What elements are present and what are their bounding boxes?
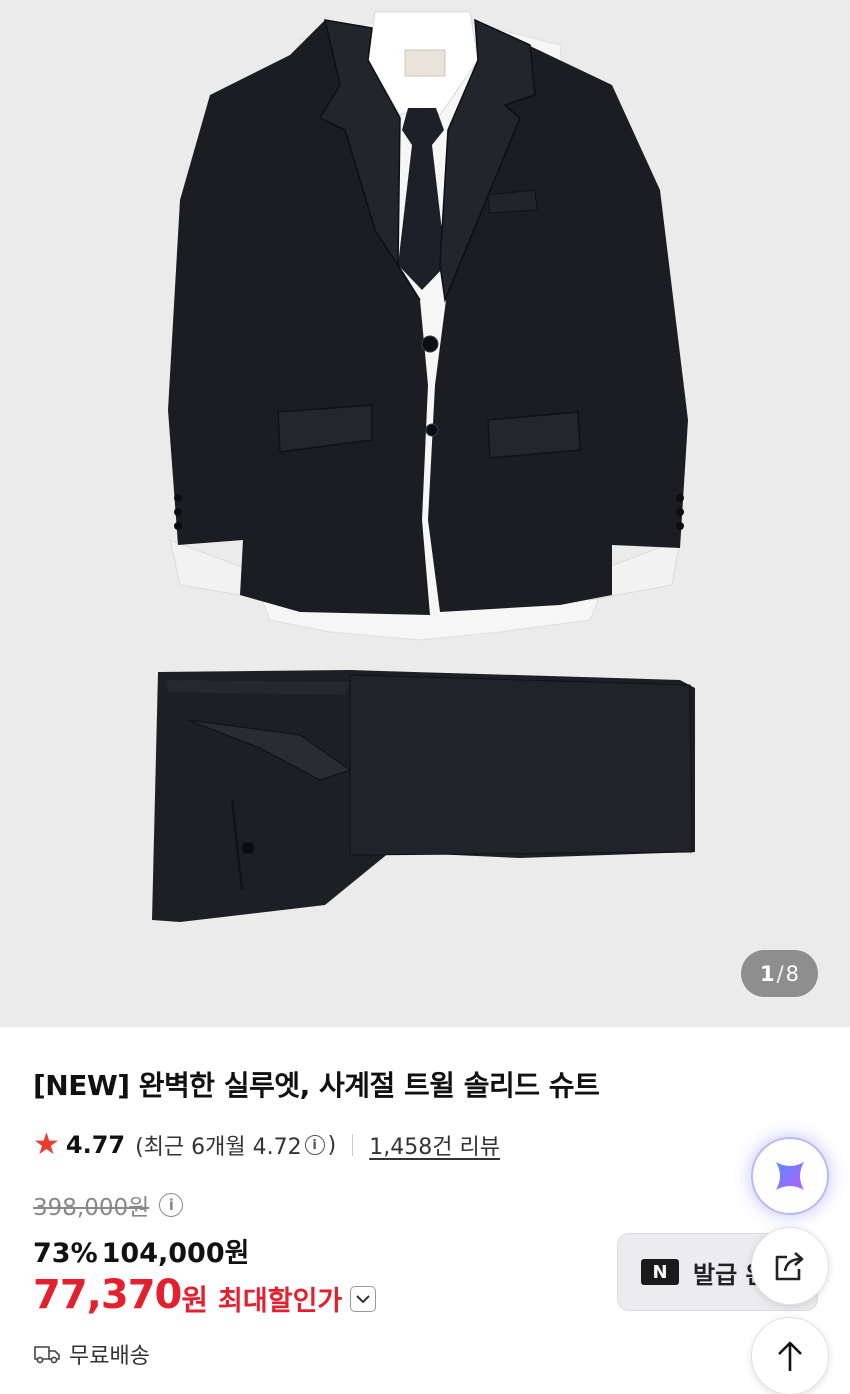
image-total-count: 8 [785, 961, 800, 986]
info-icon[interactable]: i [304, 1135, 325, 1155]
share-button[interactable] [751, 1227, 829, 1305]
rating-score: 4.77 [65, 1131, 126, 1159]
image-current-index: 1 [759, 961, 775, 986]
original-price: 398,000원 [33, 1195, 150, 1221]
product-image-gallery[interactable]: 1 / 8 [0, 0, 850, 1027]
suit-product-image [152, 11, 695, 922]
scroll-to-top-button[interactable] [751, 1317, 829, 1394]
max-discount-row: 77,370 원 최대할인가 [33, 1270, 377, 1320]
max-discount-label: 최대할인가 [218, 1285, 343, 1317]
image-counter-separator: / [776, 961, 784, 986]
sale-price-row: 73% 104,000원 [33, 1231, 249, 1270]
image-page-counter: 1 / 8 [741, 950, 818, 997]
divider [352, 1134, 354, 1156]
share-icon [775, 1252, 804, 1281]
recent-rating: (최근 6개월 4.72 i ) [135, 1129, 336, 1161]
rating-row: ★ 4.77 (최근 6개월 4.72 i ) 1,458건 리뷰 [33, 1128, 500, 1162]
recent-rating-close: ) [327, 1132, 337, 1158]
truck-icon [34, 1346, 60, 1364]
star-icon: ★ [33, 1127, 60, 1162]
max-discount-price-unit: 원 [181, 1283, 209, 1317]
product-title: [NEW] 완벽한 실루엣, 사계절 트윌 솔리드 슈트 [33, 1069, 600, 1102]
review-count-link[interactable]: 1,458건 리뷰 [369, 1129, 500, 1161]
chevron-down-icon[interactable] [350, 1286, 377, 1312]
price-info-icon[interactable]: i [159, 1193, 184, 1217]
arrow-up-icon [778, 1341, 802, 1371]
naver-logo-icon: N [641, 1259, 679, 1285]
max-discount-price: 77,370 [33, 1272, 182, 1318]
shipping-row: 무료배송 [33, 1338, 150, 1370]
ai-assistant-button[interactable] [751, 1137, 829, 1215]
sale-price: 104,000원 [101, 1238, 250, 1269]
recent-rating-text: (최근 6개월 4.72 [135, 1135, 302, 1160]
ai-sparkle-icon [776, 1162, 804, 1190]
discount-percent: 73% [33, 1238, 98, 1269]
shipping-label: 무료배송 [69, 1344, 150, 1369]
original-price-row: 398,000원 i [33, 1188, 186, 1222]
